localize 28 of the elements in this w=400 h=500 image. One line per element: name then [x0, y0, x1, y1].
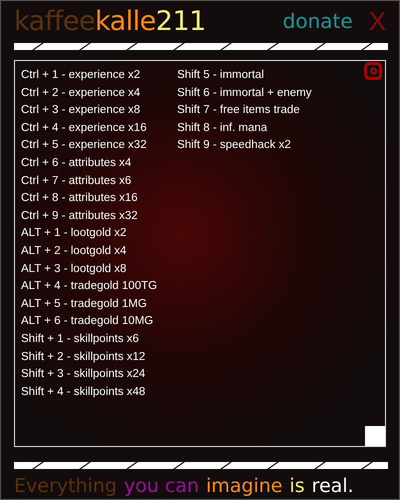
hotkey-text: ALT + 1 - lootgold x2 [21, 226, 128, 242]
hotkey-text: Shift 7 - free items trade [177, 103, 301, 118]
hotkey-text: ALT + 6 - tradegold 10MG [21, 314, 154, 330]
hotkey-text: Shift 8 - inf. mana [177, 120, 268, 136]
hotkey-text: Ctrl + 3 - experience x8 [21, 103, 142, 118]
hotkey-text: ALT + 5 - tradegold 1MG [21, 296, 148, 312]
tagline: Everything you can imagine is real. [14, 475, 355, 497]
hotkey-text: Shift + 2 - skillpoints x12 [21, 350, 146, 364]
hotkey-text: Shift + 4 - skillpoints x48 [21, 384, 146, 400]
hotkey-text: ALT + 3 - lootgold x8 [21, 262, 128, 277]
hotkey-text: Ctrl + 2 - experience x4 [21, 86, 142, 101]
hotkey-text: ALT + 4 - tradegold 100TG [21, 279, 158, 294]
hotkey-text: Shift 5 - immortal [177, 68, 265, 83]
hotkey-text: Shift 9 - speedhack x2 [177, 138, 292, 154]
logo-text: kaffeekalle211 [14, 6, 206, 36]
hotkey-text: ALT + 2 - lootgold x4 [21, 244, 128, 259]
hotkey-text: Ctrl + 6 - attributes x4 [21, 156, 132, 171]
hotkey-text: Ctrl + 9 - attributes x32 [21, 208, 139, 224]
hotkey-text: Ctrl + 1 - experience x2 [21, 68, 142, 83]
hotkey-text: Ctrl + 4 - experience x16 [21, 120, 148, 136]
hotkey-text: Ctrl + 5 - experience x32 [21, 138, 148, 154]
resize-handle[interactable] [365, 426, 385, 446]
donate-link[interactable]: donate [282, 9, 353, 33]
hotkey-text: Ctrl + 7 - attributes x6 [21, 174, 132, 189]
hotkey-text: Shift + 1 - skillpoints x6 [21, 332, 140, 347]
hotkey-text: Shift 6 - immortal + enemy [177, 86, 312, 101]
hotkey-text: Shift + 3 - skillpoints x24 [21, 367, 146, 382]
hotkey-text: Ctrl + 8 - attributes x16 [21, 191, 139, 206]
